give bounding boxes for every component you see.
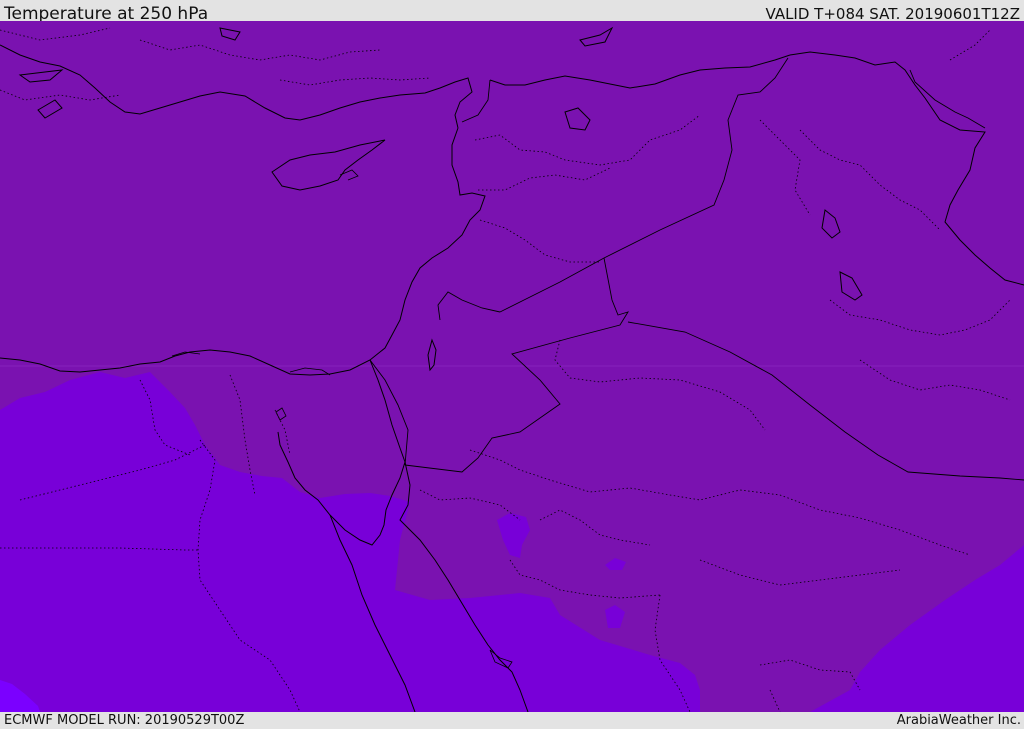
weather-map[interactable] — [0, 21, 1024, 712]
header-bar: Temperature at 250 hPa VALID T+084 SAT. … — [0, 0, 1024, 24]
credit-label: ArabiaWeather Inc. — [896, 713, 1021, 728]
footer-bar: ECMWF MODEL RUN: 20190529T00Z ArabiaWeat… — [0, 712, 1024, 729]
model-run-label: ECMWF MODEL RUN: 20190529T00Z — [4, 713, 245, 728]
